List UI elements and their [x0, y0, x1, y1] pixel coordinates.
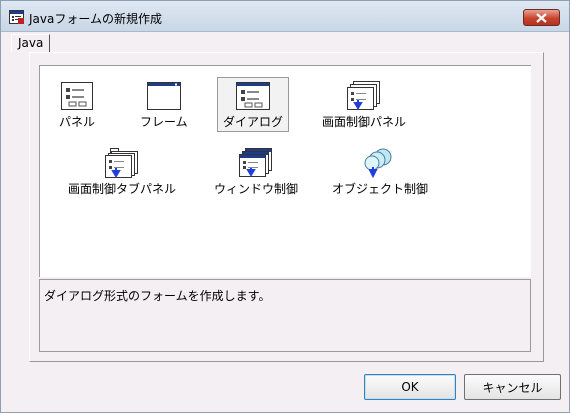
frame-icon	[146, 82, 181, 110]
item-label: パネル	[59, 115, 96, 129]
screen-control-panel-icon	[347, 81, 380, 110]
window-control-icon	[239, 148, 272, 177]
item-frame[interactable]: フレーム	[138, 79, 190, 129]
item-object-control[interactable]: オブジェクト制御	[330, 146, 430, 196]
form-window-icon	[9, 10, 24, 24]
form-type-list: パネル フレーム ダイアログ 画面制御パネル 画面制御タブパネル ウィンドウ制御…	[39, 65, 531, 277]
item-panel[interactable]: パネル	[57, 79, 97, 129]
object-control-icon	[364, 148, 392, 178]
panel-icon	[61, 82, 93, 110]
title-bar[interactable]: Javaフォームの新規作成	[1, 1, 569, 32]
window-title: Javaフォームの新規作成	[29, 12, 162, 26]
tab-java[interactable]: Java	[11, 34, 51, 52]
description-text: ダイアログ形式のフォームを作成します。	[44, 289, 271, 303]
ok-button[interactable]: OK	[364, 374, 456, 400]
item-label: オブジェクト制御	[332, 182, 429, 196]
new-java-form-dialog: Javaフォームの新規作成 Java パネル フレーム ダイアログ 画面制御パネ…	[0, 0, 570, 413]
ok-label: OK	[401, 380, 419, 394]
item-label: ウィンドウ制御	[214, 182, 299, 196]
item-label: 画面制御タブパネル	[68, 182, 177, 196]
screen-control-tab-panel-icon	[105, 148, 138, 178]
item-screen-control-tab-panel[interactable]: 画面制御タブパネル	[66, 146, 178, 196]
item-label: フレーム	[140, 115, 188, 129]
item-dialog[interactable]: ダイアログ	[217, 77, 290, 132]
close-button[interactable]	[523, 9, 560, 26]
item-window-control[interactable]: ウィンドウ制御	[212, 146, 300, 196]
cancel-label: キャンセル	[482, 380, 543, 395]
item-label: ダイアログ	[223, 115, 284, 129]
item-screen-control-panel[interactable]: 画面制御パネル	[320, 79, 408, 129]
dialog-icon	[236, 82, 270, 110]
item-label: 画面制御パネル	[322, 115, 407, 129]
close-icon	[536, 12, 547, 23]
cancel-button[interactable]: キャンセル	[464, 374, 561, 400]
description-box: ダイアログ形式のフォームを作成します。	[39, 279, 531, 352]
tab-label: Java	[18, 36, 44, 50]
